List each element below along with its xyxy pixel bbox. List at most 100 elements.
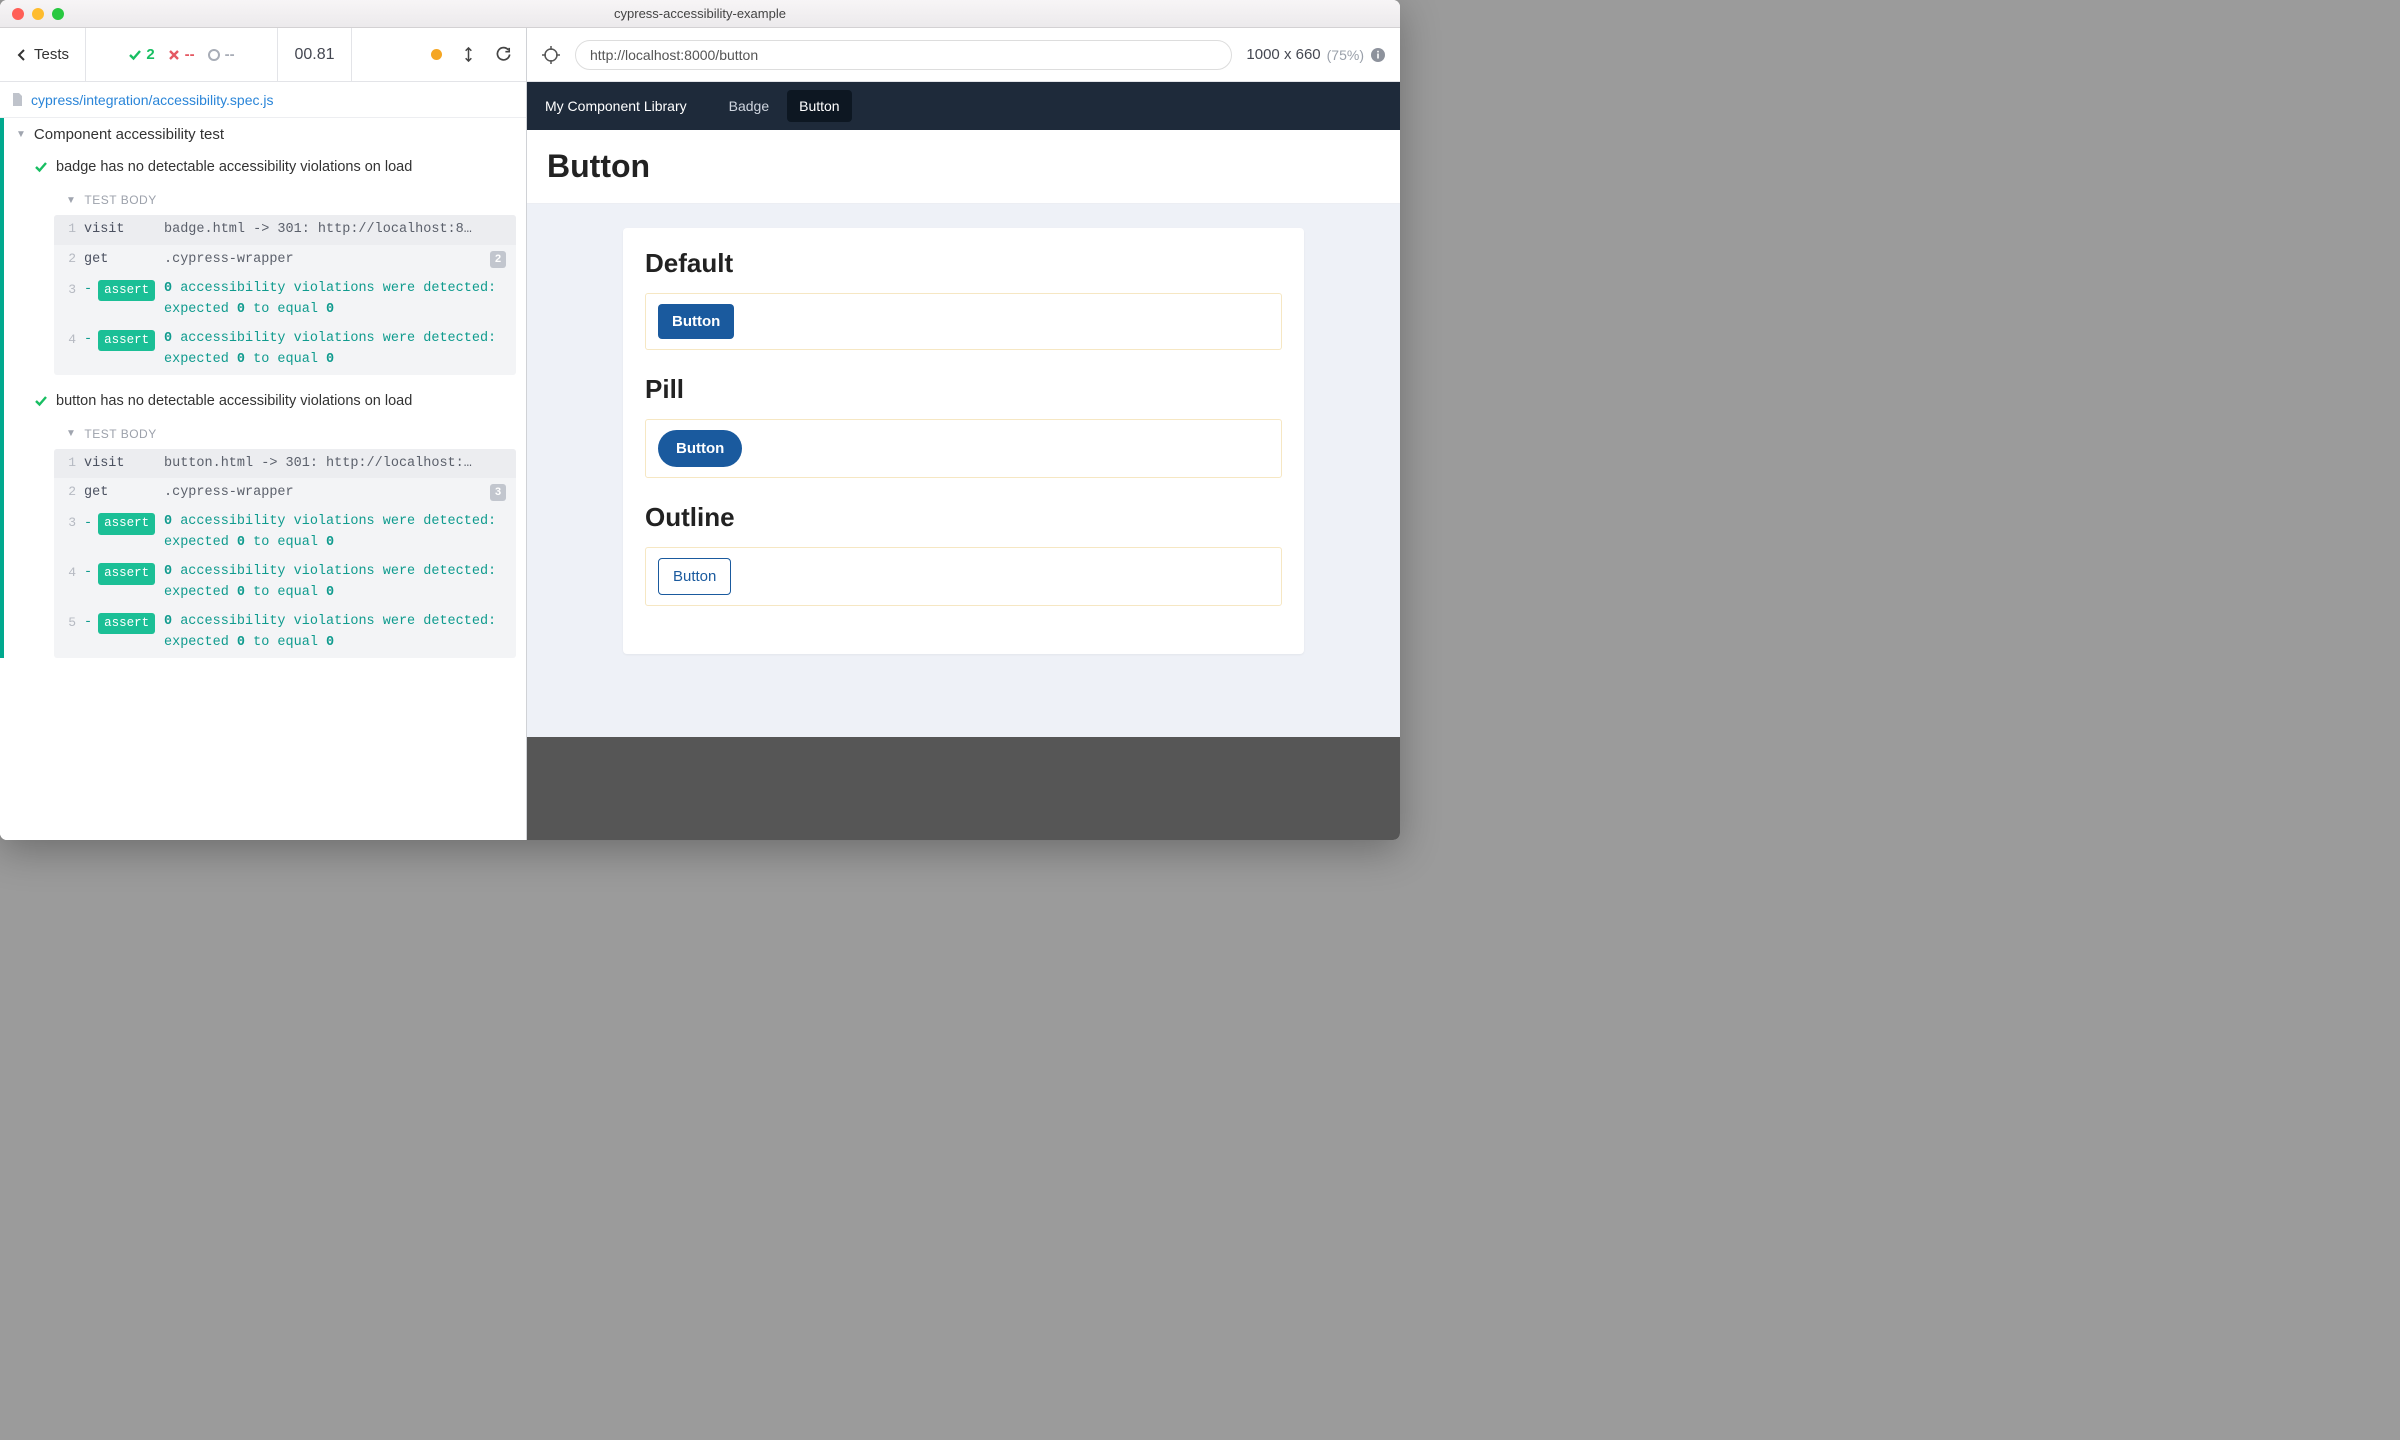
command-row[interactable]: 4 -assert 0 accessibility violations wer…	[54, 558, 516, 608]
check-icon	[34, 160, 48, 174]
test-body: ▼ TEST BODY 1 visit button.html -> 301: ht…	[54, 419, 516, 658]
command-message: 0 accessibility violations were detected…	[164, 512, 506, 554]
brand[interactable]: My Component Library	[545, 98, 687, 114]
status-indicator-icon	[431, 49, 442, 60]
command-row[interactable]: 1 visit button.html -> 301: http://local…	[54, 449, 516, 479]
command-message: badge.html -> 301: http://localhost:8…	[164, 220, 506, 241]
test-tree: ▼ Component accessibility test badge has…	[0, 118, 526, 840]
preview-toolbar: http://localhost:8000/button 1000 x 660 …	[527, 28, 1400, 82]
nav-item-button[interactable]: Button	[787, 90, 851, 122]
circle-icon	[207, 48, 221, 62]
passed-stat: 2	[128, 46, 154, 63]
nav-item-badge[interactable]: Badge	[717, 90, 781, 122]
element-count-badge: 2	[490, 251, 506, 268]
example-section-pill: Pill Button	[645, 374, 1282, 478]
section-heading: Pill	[645, 374, 1282, 405]
command-row[interactable]: 2 get .cypress-wrapper 2	[54, 245, 516, 275]
demo-button-pill[interactable]: Button	[658, 430, 742, 467]
page-title: Button	[547, 148, 1380, 185]
preview-pane: http://localhost:8000/button 1000 x 660 …	[527, 28, 1400, 840]
command-row[interactable]: 1 visit badge.html -> 301: http://localh…	[54, 215, 516, 245]
app-window: cypress-accessibility-example Tests 2 --	[0, 0, 1400, 840]
duration-display: 00.81	[278, 28, 352, 81]
failed-stat: --	[167, 46, 195, 63]
demo-button-outline[interactable]: Button	[658, 558, 731, 595]
line-number: 1	[60, 219, 76, 239]
section-heading: Outline	[645, 502, 1282, 533]
chevron-down-icon: ▼	[16, 129, 26, 140]
line-number: 1	[60, 453, 76, 473]
example-area: Button	[645, 547, 1282, 606]
command-row[interactable]: 2 get .cypress-wrapper 3	[54, 478, 516, 508]
page-title-row: Button	[527, 130, 1400, 204]
pending-stat: --	[207, 46, 235, 63]
suite: ▼ Component accessibility test badge has…	[0, 118, 526, 658]
test-runner-pane: Tests 2 -- --	[0, 28, 527, 840]
mac-titlebar: cypress-accessibility-example	[0, 0, 1400, 28]
test-name: badge has no detectable accessibility vi…	[56, 159, 412, 175]
command-message: .cypress-wrapper	[164, 250, 482, 271]
command-row[interactable]: 3 -assert 0 accessibility violations wer…	[54, 508, 516, 558]
command-row[interactable]: 4 -assert 0 accessibility violations wer…	[54, 325, 516, 375]
refresh-icon	[495, 46, 512, 63]
command-message: 0 accessibility violations were detected…	[164, 329, 506, 371]
x-icon	[167, 48, 181, 62]
command-name: get	[84, 250, 156, 271]
runner-toolbar: Tests 2 -- --	[0, 28, 526, 82]
info-icon	[1370, 47, 1386, 63]
test-title-row[interactable]: button has no detectable accessibility v…	[4, 385, 526, 417]
arrows-vertical-icon	[460, 46, 477, 63]
spec-file-path: cypress/integration/accessibility.spec.j…	[31, 92, 274, 108]
command-message: 0 accessibility violations were detected…	[164, 612, 506, 654]
viewport-size[interactable]: 1000 x 660 (75%)	[1246, 46, 1386, 63]
viewport-scale-button[interactable]	[460, 46, 477, 63]
command-message: 0 accessibility violations were detected…	[164, 279, 506, 321]
content-area: DefaultButton Pill Button Outline Button	[527, 204, 1400, 737]
test-stats: 2 -- --	[86, 28, 278, 81]
check-icon	[34, 394, 48, 408]
example-area: Button	[645, 293, 1282, 350]
assert-pill: assert	[98, 613, 155, 634]
test-title-row[interactable]: badge has no detectable accessibility vi…	[4, 151, 526, 183]
aui-page: My Component Library BadgeButton Button …	[527, 82, 1400, 737]
command-log: 1 visit button.html -> 301: http://local…	[54, 449, 516, 658]
window-title: cypress-accessibility-example	[0, 6, 1400, 21]
toolbar-right	[352, 28, 526, 81]
spec-file-bar[interactable]: cypress/integration/accessibility.spec.j…	[0, 82, 526, 118]
chevron-down-icon: ▼	[66, 428, 76, 439]
test-body: ▼ TEST BODY 1 visit badge.html -> 301: htt…	[54, 185, 516, 375]
element-count-badge: 3	[490, 484, 506, 501]
selector-playground-button[interactable]	[541, 45, 561, 65]
command-message: button.html -> 301: http://localhost:…	[164, 454, 506, 475]
assert-pill: assert	[98, 330, 155, 351]
test-body-label: TEST BODY	[84, 193, 156, 207]
example-section-outline: Outline Button	[645, 502, 1282, 606]
command-message: .cypress-wrapper	[164, 483, 482, 504]
chevron-down-icon: ▼	[66, 195, 76, 206]
command-name: get	[84, 483, 156, 504]
test-body-label: TEST BODY	[84, 427, 156, 441]
check-icon	[128, 48, 142, 62]
line-number: 2	[60, 249, 76, 269]
test-body-header[interactable]: ▼ TEST BODY	[54, 185, 516, 215]
assert-pill: assert	[98, 280, 155, 301]
command-name: visit	[84, 454, 156, 475]
rerun-button[interactable]	[495, 46, 512, 63]
line-number: 2	[60, 482, 76, 502]
suite-title-row[interactable]: ▼ Component accessibility test	[4, 118, 526, 151]
aui-navbar: My Component Library BadgeButton	[527, 82, 1400, 130]
back-to-tests-button[interactable]: Tests	[0, 28, 86, 81]
assert-pill: assert	[98, 513, 155, 534]
test-body-header[interactable]: ▼ TEST BODY	[54, 419, 516, 449]
demo-button-default[interactable]: Button	[658, 304, 734, 339]
example-section-default: DefaultButton	[645, 248, 1282, 350]
command-message: 0 accessibility violations were detected…	[164, 562, 506, 604]
suite-title: Component accessibility test	[34, 126, 224, 143]
command-name: visit	[84, 220, 156, 241]
line-number: 4	[60, 329, 76, 350]
command-row[interactable]: 3 -assert 0 accessibility violations wer…	[54, 275, 516, 325]
assert-pill: assert	[98, 563, 155, 584]
url-display[interactable]: http://localhost:8000/button	[575, 40, 1232, 70]
command-row[interactable]: 5 -assert 0 accessibility violations wer…	[54, 608, 516, 658]
line-number: 3	[60, 512, 76, 533]
